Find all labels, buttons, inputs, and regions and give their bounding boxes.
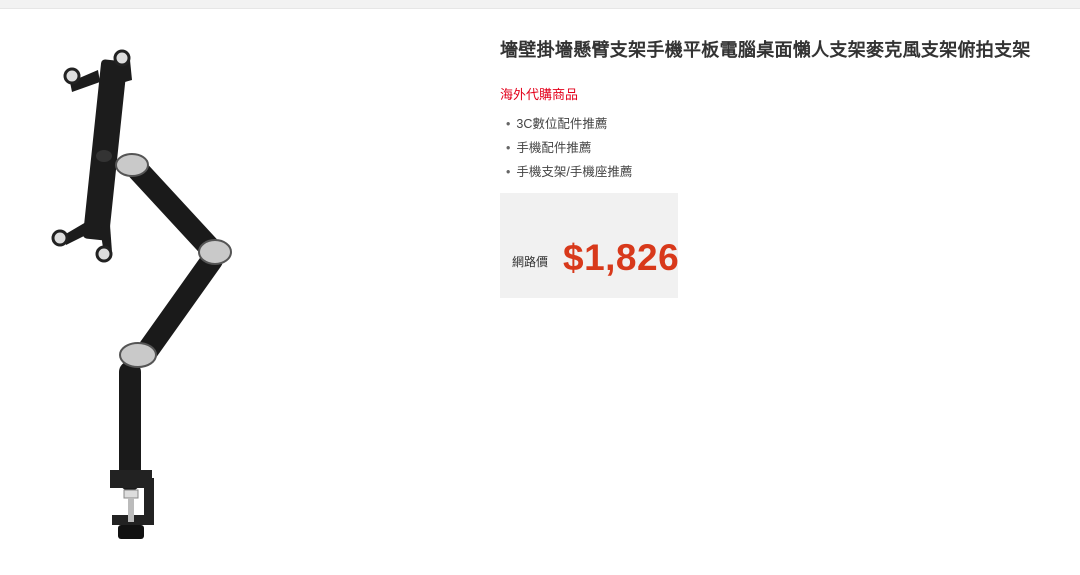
product-image[interactable] bbox=[0, 20, 400, 575]
category-list: • 3C數位配件推薦 • 手機配件推薦 • 手機支架/手機座推薦 bbox=[500, 112, 1070, 184]
bullet-icon: • bbox=[506, 141, 511, 155]
top-nav-bar bbox=[0, 0, 1080, 9]
desk-clamp bbox=[110, 470, 154, 539]
price-box: 網路價 $1,826 bbox=[500, 193, 680, 298]
list-item[interactable]: • 手機支架/手機座推薦 bbox=[500, 160, 1070, 184]
list-item[interactable]: • 手機配件推薦 bbox=[500, 136, 1070, 160]
arm-joints bbox=[115, 153, 232, 368]
bullet-icon: • bbox=[506, 117, 511, 131]
tablet-holder bbox=[51, 49, 132, 263]
list-item[interactable]: • 3C數位配件推薦 bbox=[500, 112, 1070, 136]
tablet-arm-stand-illustration bbox=[51, 49, 232, 539]
bullet-icon: • bbox=[506, 165, 511, 179]
product-title: 墻壁掛墻懸臂支架手機平板電腦桌面懶人支架麥克風支架俯拍支架 bbox=[500, 40, 1031, 60]
category-link[interactable]: 3C數位配件推薦 bbox=[516, 117, 607, 131]
price-label: 網路價 bbox=[512, 255, 549, 269]
arm-segments bbox=[119, 159, 223, 491]
product-info: 墻壁掛墻懸臂支架手機平板電腦桌面懶人支架麥克風支架俯拍支架 海外代購商品 • 3C… bbox=[500, 36, 1070, 184]
category-link[interactable]: 手機支架/手機座推薦 bbox=[516, 165, 632, 179]
category-link[interactable]: 手機配件推薦 bbox=[516, 141, 591, 155]
overseas-purchase-tag[interactable]: 海外代購商品 bbox=[500, 84, 578, 103]
price-value: $1,826 bbox=[563, 237, 680, 278]
